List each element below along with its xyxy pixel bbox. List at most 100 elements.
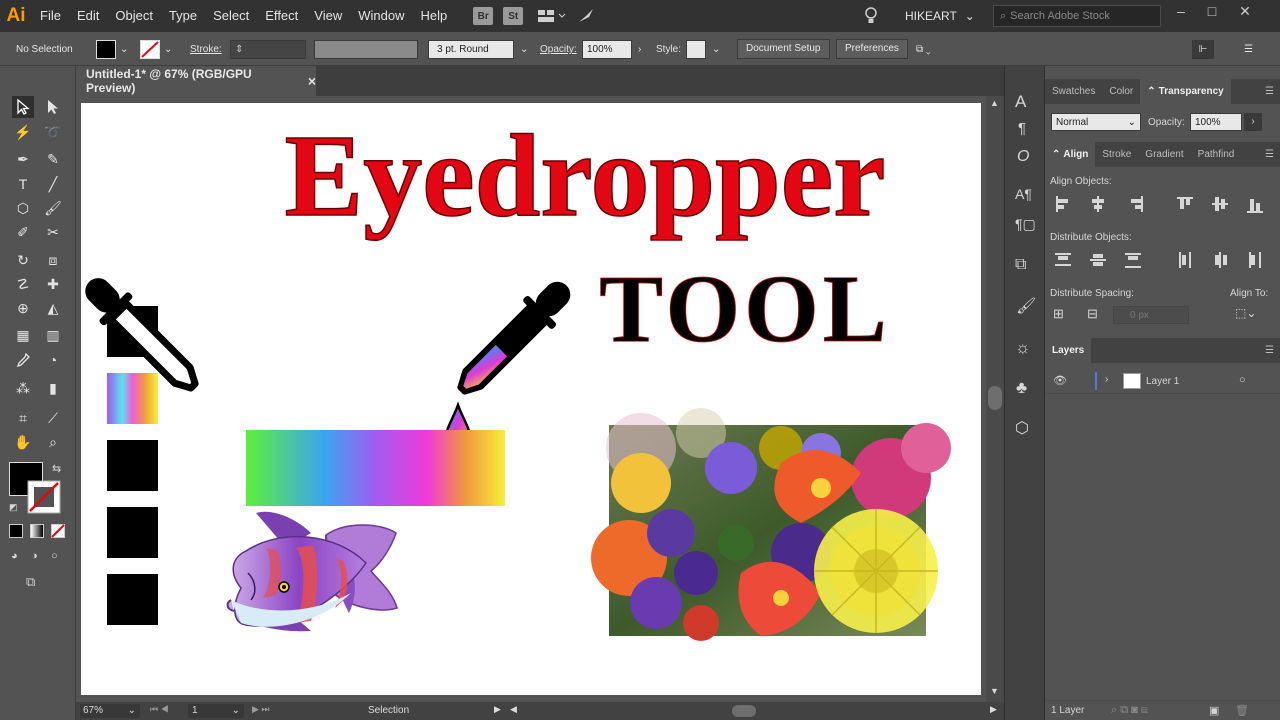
stroke-color-box[interactable] [27, 480, 61, 517]
layer-name[interactable]: Layer 1 [1146, 376, 1179, 387]
menu-file[interactable]: File [32, 0, 69, 32]
black-swatch-2[interactable] [107, 440, 158, 491]
stroke-weight-field[interactable]: ⇕ [230, 40, 306, 59]
lightbulb-icon[interactable] [864, 6, 878, 29]
shape-builder-tool-icon[interactable]: ⊕ [12, 297, 34, 319]
eyedropper-filled-icon[interactable] [448, 271, 582, 405]
scroll-right-icon[interactable]: ▶ [990, 704, 997, 715]
fill-swatch[interactable]: ⌄ [96, 40, 128, 59]
new-layer-icon[interactable]: ▣ [1209, 704, 1219, 717]
gradient-bar[interactable] [246, 430, 505, 506]
brush-definition[interactable]: 3 pt. Round ⌄ [428, 40, 528, 59]
swap-colors-icon[interactable]: ⇆ [52, 462, 61, 475]
scale-tool-icon[interactable]: ⧈ [42, 249, 64, 271]
scissors-tool-icon[interactable]: ✂ [42, 221, 64, 243]
artboard-number-field[interactable]: 1 ⌄ [188, 704, 244, 718]
black-swatch-3[interactable] [107, 507, 158, 558]
tab-stroke[interactable]: Stroke [1095, 142, 1138, 167]
scroll-up-icon[interactable]: ▲ [990, 98, 999, 108]
menu-object[interactable]: Object [107, 0, 161, 32]
direct-selection-tool-icon[interactable] [42, 96, 64, 118]
horizontal-spacing-icon[interactable]: ⊟ [1087, 306, 1098, 322]
vertical-spacing-icon[interactable]: ⊞ [1053, 306, 1064, 322]
align-to-selection-icon[interactable]: ⬚⌄ [1235, 306, 1256, 320]
draw-behind-icon[interactable]: ◑ [31, 550, 38, 562]
curvature-tool-icon[interactable]: ✎ [42, 148, 64, 170]
menu-view[interactable]: View [306, 0, 350, 32]
symbols-panel-icon[interactable]: ♣ [1016, 378, 1027, 398]
mesh-tool-icon[interactable]: ▦ [12, 324, 34, 346]
magic-wand-tool-icon[interactable]: ⚡ [12, 121, 34, 143]
control-menu-icon[interactable]: ☰ [1244, 40, 1253, 59]
bridge-button[interactable]: Br [473, 6, 494, 26]
menu-select[interactable]: Select [205, 0, 257, 32]
puppet-warp-tool-icon[interactable]: ✚ [42, 273, 64, 295]
chevron-right-icon[interactable]: › [1244, 113, 1262, 131]
opentype-panel-icon[interactable]: O [1017, 148, 1029, 166]
next-artboard-icon[interactable]: ▶ ⏭ [252, 704, 270, 715]
opacity-label[interactable]: Opacity: [540, 40, 577, 59]
paragraph-panel-icon[interactable]: ¶ [1018, 120, 1026, 137]
perspective-grid-tool-icon[interactable]: ◭ [42, 297, 64, 319]
minimize-button[interactable]: – [1166, 0, 1196, 22]
maximize-button[interactable]: □ [1197, 0, 1227, 22]
tab-transparency[interactable]: ⌃ Transparency [1140, 79, 1231, 104]
menu-window[interactable]: Window [350, 0, 412, 32]
appearance-panel-icon[interactable]: ☼ [1015, 338, 1031, 358]
tab-color[interactable]: Color [1102, 79, 1140, 104]
rotate-tool-icon[interactable]: ↻ [12, 249, 34, 271]
gpu-rocket-icon[interactable] [577, 6, 595, 26]
layer-target-icon[interactable]: ○ [1239, 374, 1246, 386]
fish-illustration[interactable] [226, 511, 398, 632]
panel-menu-icon[interactable]: ☰ [1258, 338, 1280, 363]
brushes-panel-icon[interactable]: 🖌 [1016, 296, 1036, 316]
polygon-tool-icon[interactable]: ⬡ [12, 197, 34, 219]
delete-layer-icon[interactable]: 🗑 [1235, 704, 1249, 717]
screen-mode-icon[interactable]: ⧉ [26, 574, 35, 590]
close-window-button[interactable]: ✕ [1230, 0, 1260, 22]
eyedropper-tool-icon[interactable] [12, 349, 34, 371]
symbol-sprayer-tool-icon[interactable]: ⁂ [12, 377, 34, 399]
graphic-style-swatch[interactable]: ⌄ [686, 40, 720, 59]
type-tool-icon[interactable]: T [12, 173, 34, 195]
menu-effect[interactable]: Effect [257, 0, 306, 32]
workspace-switcher[interactable]: HIKEART ⌄ [905, 0, 975, 32]
tab-gradient[interactable]: Gradient [1138, 142, 1190, 167]
shaper-tool-icon[interactable]: ✐ [12, 221, 34, 243]
layer-row[interactable]: 👁 › Layer 1 ○ [1045, 368, 1280, 394]
libraries-panel-icon[interactable]: ⬡ [1015, 418, 1029, 438]
color-mode-button[interactable] [9, 524, 23, 538]
menu-edit[interactable]: Edit [69, 0, 107, 32]
document-setup-button[interactable]: Document Setup [737, 38, 830, 59]
scroll-thumb[interactable] [988, 386, 1002, 410]
eye-visibility-icon[interactable]: 👁 [1053, 374, 1067, 387]
close-tab-icon[interactable]: × [308, 73, 316, 89]
paintbrush-tool-icon[interactable]: 🖌 [42, 197, 64, 219]
character-panel-icon[interactable]: A [1015, 92, 1026, 112]
scroll-left-icon[interactable]: ◀ [510, 704, 517, 715]
align-objects-buttons[interactable] [1053, 194, 1271, 216]
lasso-tool-icon[interactable]: ➰ [42, 121, 64, 143]
expand-layer-icon[interactable]: › [1105, 374, 1108, 385]
tab-align[interactable]: ⌃ Align [1045, 142, 1096, 167]
document-tab[interactable]: Untitled-1* @ 67% (RGB/GPU Preview) × [76, 66, 316, 96]
none-mode-button[interactable] [51, 524, 65, 541]
draw-inside-icon[interactable]: ○ [51, 550, 58, 562]
locate-object-icon[interactable]: ⌕ ⧉ ◙ ⧈ [1111, 704, 1148, 717]
first-artboard-icon[interactable]: ⏮ ◀ [150, 704, 169, 715]
slice-tool-icon[interactable]: ⟋ [42, 407, 64, 429]
scroll-down-icon[interactable]: ▼ [990, 686, 999, 696]
vertical-scrollbar[interactable]: ▲ ▼ [986, 96, 1004, 702]
artboard[interactable]: Eyedropper TOOL [81, 103, 981, 695]
arrange-icon[interactable]: ⧉ ⌄ [916, 40, 931, 59]
panel-menu-icon[interactable]: ☰ [1258, 142, 1280, 167]
gradient-mode-button[interactable] [30, 524, 44, 538]
pen-tool-icon[interactable]: ✒ [12, 148, 34, 170]
artboards-panel-icon[interactable]: ⧉ [1015, 256, 1026, 274]
selection-tool-icon[interactable] [12, 96, 34, 118]
panel-menu-icon[interactable]: ☰ [1258, 79, 1280, 104]
stock-button[interactable]: St [503, 6, 524, 26]
status-tool[interactable]: Selection [368, 705, 409, 716]
draw-normal-icon[interactable]: ◕ [11, 550, 18, 562]
blend-mode-select[interactable]: Normal ⌄ [1051, 113, 1141, 131]
